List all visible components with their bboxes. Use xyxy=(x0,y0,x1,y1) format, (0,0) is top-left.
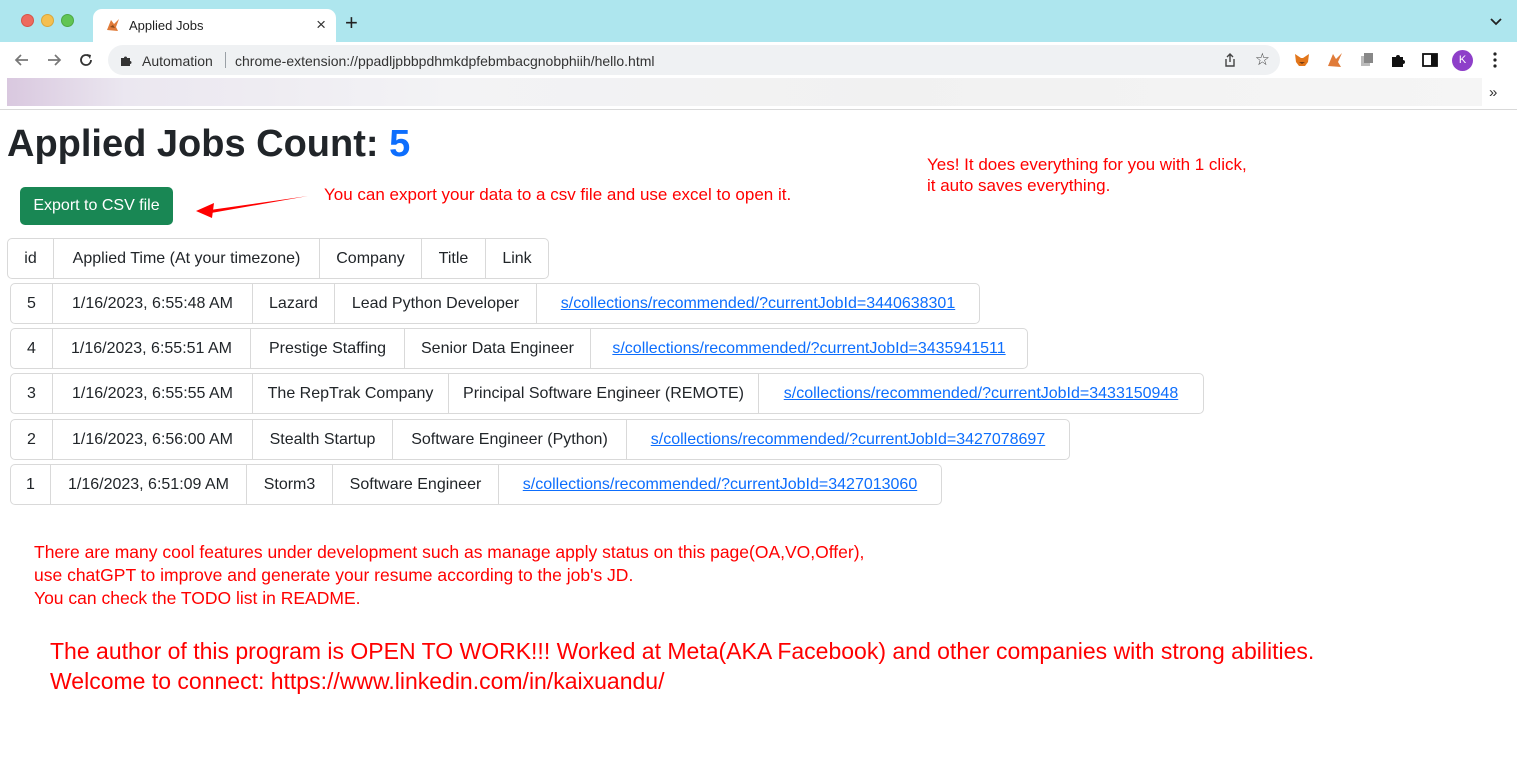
page-title: Applied Jobs Count: 5 xyxy=(7,123,410,166)
automation-label: Automation xyxy=(142,53,213,69)
dev-note-line1: There are many cool features under devel… xyxy=(34,542,865,562)
cell-title: Software Engineer (Python) xyxy=(393,420,627,459)
copy-extension-icon[interactable] xyxy=(1358,51,1376,69)
bookmarks-strip xyxy=(7,78,1482,106)
dev-note-line3: You can check the TODO list in README. xyxy=(34,588,361,608)
export-csv-button[interactable]: Export to CSV file xyxy=(20,187,173,225)
maximize-window-button[interactable] xyxy=(61,14,74,27)
development-notes: There are many cool features under devel… xyxy=(34,541,864,610)
cell-time: 1/16/2023, 6:55:48 AM xyxy=(53,284,253,323)
metamask-fox-icon[interactable] xyxy=(1293,51,1311,69)
more-menu-icon[interactable] xyxy=(1488,51,1502,69)
reload-icon[interactable] xyxy=(77,51,95,69)
new-tab-button[interactable]: + xyxy=(345,11,358,35)
extensions-puzzle-icon[interactable] xyxy=(1390,51,1408,69)
close-window-button[interactable] xyxy=(21,14,34,27)
header-link: Link xyxy=(502,249,532,267)
page-content: Applied Jobs Count: 5 Yes! It does every… xyxy=(0,111,1517,763)
bookmark-star-icon[interactable]: ☆ xyxy=(1255,50,1270,70)
minimize-window-button[interactable] xyxy=(41,14,54,27)
header-applied-time: Applied Time (At your timezone) xyxy=(54,239,320,278)
table-row: 2 1/16/2023, 6:56:00 AM Stealth Startup … xyxy=(10,419,1070,460)
cell-time: 1/16/2023, 6:51:09 AM xyxy=(51,465,247,504)
cell-id: 4 xyxy=(11,329,53,368)
header-id: id xyxy=(8,239,54,278)
bookmarks-overflow-button[interactable]: » xyxy=(1489,84,1497,101)
applied-jobs-extension-icon[interactable] xyxy=(1326,51,1344,69)
cell-company: Storm3 xyxy=(247,465,333,504)
profile-avatar[interactable]: K xyxy=(1452,50,1473,71)
export-note: You can export your data to a csv file a… xyxy=(324,185,792,204)
browser-titlebar: Applied Jobs × + xyxy=(0,0,1517,42)
one-click-note-line2: it auto saves everything. xyxy=(927,176,1111,195)
cell-title: Lead Python Developer xyxy=(335,284,537,323)
side-panel-icon[interactable] xyxy=(1421,51,1439,69)
table-row: 1 1/16/2023, 6:51:09 AM Storm3 Software … xyxy=(10,464,942,505)
cell-title: Software Engineer xyxy=(333,465,499,504)
back-arrow-icon[interactable] xyxy=(13,51,31,69)
tab-close-icon[interactable]: × xyxy=(316,15,326,35)
header-company: Company xyxy=(320,239,422,278)
one-click-note-line1: Yes! It does everything for you with 1 c… xyxy=(927,155,1247,174)
cell-id: 2 xyxy=(11,420,53,459)
cell-link: s/collections/recommended/?currentJobId=… xyxy=(759,374,1203,413)
tab-title: Applied Jobs xyxy=(129,18,204,33)
browser-tab-applied-jobs[interactable]: Applied Jobs × xyxy=(93,9,336,42)
forward-arrow-icon[interactable] xyxy=(45,51,63,69)
cell-company: Lazard xyxy=(253,284,335,323)
title-prefix: Applied Jobs Count: xyxy=(7,123,390,165)
cell-title: Senior Data Engineer xyxy=(405,329,591,368)
puzzle-icon xyxy=(121,56,132,66)
author-note-line1: The author of this program is OPEN TO WO… xyxy=(50,638,1315,664)
table-row: 4 1/16/2023, 6:55:51 AM Prestige Staffin… xyxy=(10,328,1028,369)
job-link[interactable]: s/collections/recommended/?currentJobId=… xyxy=(561,295,955,313)
fox-favicon-icon xyxy=(107,19,119,31)
cell-time: 1/16/2023, 6:56:00 AM xyxy=(53,420,253,459)
job-link[interactable]: s/collections/recommended/?currentJobId=… xyxy=(612,340,1005,358)
cell-link: s/collections/recommended/?currentJobId=… xyxy=(537,284,979,323)
cell-title: Principal Software Engineer (REMOTE) xyxy=(449,374,759,413)
cell-id: 1 xyxy=(11,465,51,504)
dev-note-line2: use chatGPT to improve and generate your… xyxy=(34,565,634,585)
header-title: Title xyxy=(422,239,486,278)
cell-company: The RepTrak Company xyxy=(253,374,449,413)
arrow-icon xyxy=(196,196,308,218)
table-header-row: id Applied Time (At your timezone) Compa… xyxy=(7,238,549,279)
table-row: 5 1/16/2023, 6:55:48 AM Lazard Lead Pyth… xyxy=(10,283,980,324)
author-notes: The author of this program is OPEN TO WO… xyxy=(50,636,1314,696)
cell-company: Prestige Staffing xyxy=(251,329,405,368)
cell-link: s/collections/recommended/?currentJobId=… xyxy=(591,329,1027,368)
job-link[interactable]: s/collections/recommended/?currentJobId=… xyxy=(523,476,917,494)
cell-company: Stealth Startup xyxy=(253,420,393,459)
bookmarks-bar: » xyxy=(0,78,1517,110)
browser-toolbar: Automation chrome-extension://ppadljpbbp… xyxy=(0,42,1517,78)
cell-id: 3 xyxy=(11,374,53,413)
job-link[interactable]: s/collections/recommended/?currentJobId=… xyxy=(784,385,1178,403)
job-link[interactable]: s/collections/recommended/?currentJobId=… xyxy=(651,431,1045,449)
share-icon[interactable] xyxy=(1222,52,1238,68)
cell-id: 5 xyxy=(11,284,53,323)
url-text[interactable]: chrome-extension://ppadljpbbpdhmkdpfebmb… xyxy=(235,53,655,69)
cell-link: s/collections/recommended/?currentJobId=… xyxy=(627,420,1069,459)
cell-time: 1/16/2023, 6:55:51 AM xyxy=(53,329,251,368)
one-click-note: Yes! It does everything for you with 1 c… xyxy=(927,154,1247,196)
cell-time: 1/16/2023, 6:55:55 AM xyxy=(53,374,253,413)
cell-link: s/collections/recommended/?currentJobId=… xyxy=(499,465,941,504)
table-row: 3 1/16/2023, 6:55:55 AM The RepTrak Comp… xyxy=(10,373,1204,414)
applied-count: 5 xyxy=(389,123,411,165)
omnibox-divider xyxy=(225,52,226,68)
chevron-down-icon[interactable] xyxy=(1489,14,1503,28)
author-note-line2: Welcome to connect: https://www.linkedin… xyxy=(50,668,665,694)
address-bar[interactable]: Automation chrome-extension://ppadljpbbp… xyxy=(108,45,1280,75)
